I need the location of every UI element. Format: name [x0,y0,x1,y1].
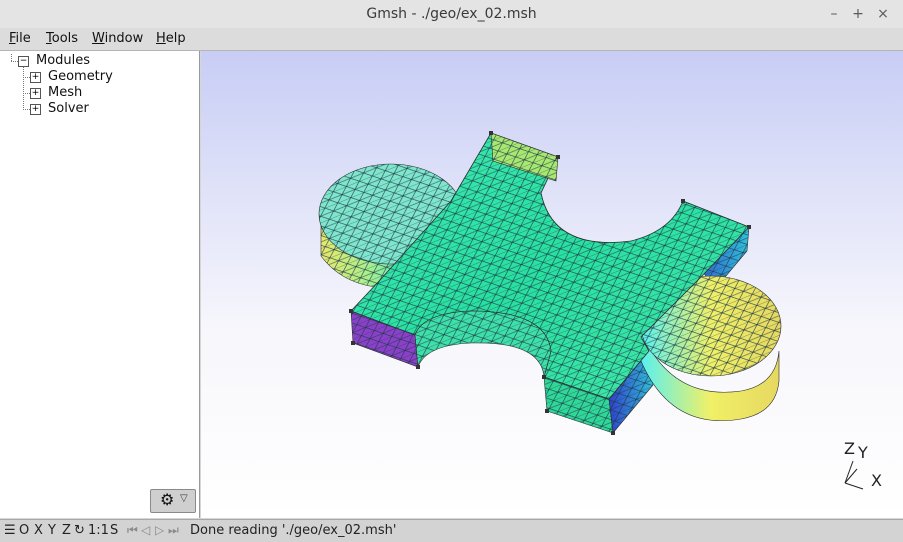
options-menu-button[interactable]: ⚙ ▽ [150,489,196,513]
title-bar: Gmsh - ./geo/ex_02.msh – + × [0,0,903,29]
menu-window[interactable]: Window [92,31,143,46]
window-title: Gmsh - ./geo/ex_02.msh [366,6,537,22]
last-step-icon[interactable]: ⏭ [168,523,179,538]
gear-icon: ⚙ [160,490,175,509]
maximize-button[interactable]: + [848,4,868,24]
tree-line [11,61,18,62]
expand-toggle-mesh[interactable]: + [30,88,41,99]
collapse-toggle-modules[interactable]: − [18,56,29,67]
rotate-icon[interactable]: ↻ [74,523,85,538]
expand-toggle-geometry[interactable]: + [30,72,41,83]
module-tree: − Modules + Geometry + Mesh + Solver [0,51,200,518]
menu-tools[interactable]: Tools [46,31,78,46]
axis-z-label: Z [844,439,855,458]
tree-item-geometry[interactable]: Geometry [48,69,113,85]
menu-bar: File Tools Window Help [0,28,903,51]
previous-step-icon[interactable]: ◁ [141,523,150,537]
view-x-button[interactable]: X [34,523,43,538]
tree-line [23,109,30,110]
menu-file[interactable]: File [9,31,31,46]
view-y-button[interactable]: Y [48,523,56,538]
menu-icon[interactable]: ☰ [4,523,16,538]
close-button[interactable]: × [873,4,893,24]
expand-toggle-solver[interactable]: + [30,104,41,115]
scale-button[interactable]: 1:1 [88,523,109,538]
mesh-render [318,131,782,435]
first-step-icon[interactable]: ⏮ [127,523,138,538]
menu-help[interactable]: Help [156,31,186,46]
status-bar: ☰ O X Y Z ↻ 1:1 S ⏮ ◁ ▷ ⏭ Done reading '… [0,519,903,542]
tree-item-mesh[interactable]: Mesh [48,85,82,101]
view-z-button[interactable]: Z [62,523,71,538]
dropdown-arrow-icon: ▽ [180,493,188,504]
next-step-icon[interactable]: ▷ [155,523,164,537]
tree-line [23,93,30,94]
tree-line [23,77,30,78]
tree-item-solver[interactable]: Solver [48,101,89,117]
view-o-button[interactable]: O [19,523,29,538]
tree-line [23,67,24,110]
s-button[interactable]: S [110,523,118,538]
tree-line [11,54,12,61]
axis-x-label: X [871,471,882,490]
minimize-button[interactable]: – [824,4,844,24]
tree-item-modules[interactable]: Modules [36,53,90,69]
axis-y-label: Y [858,443,868,462]
status-message: Done reading './geo/ex_02.msh' [190,523,397,538]
graphics-viewport[interactable]: Z Y X [201,51,903,518]
